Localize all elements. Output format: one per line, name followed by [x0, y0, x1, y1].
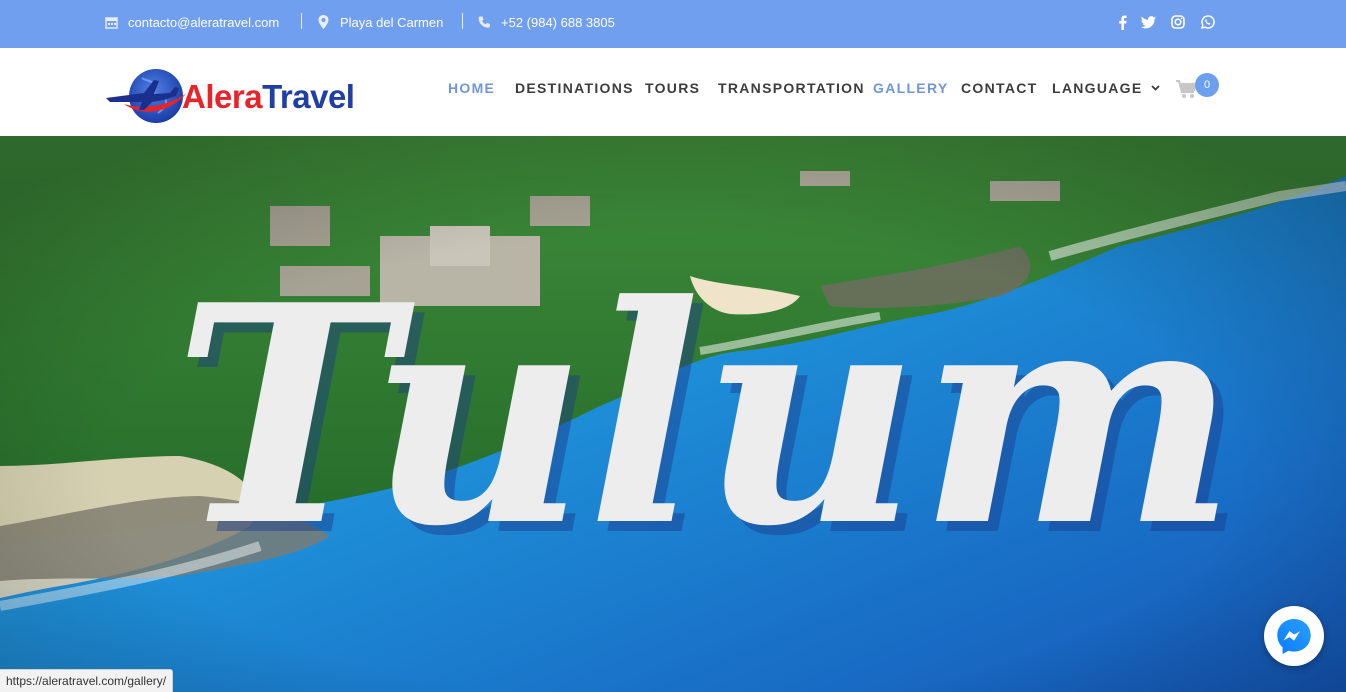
contact-location: Playa del Carmen [316, 0, 443, 44]
nav-language-label: LANGUAGE [1052, 80, 1143, 96]
phone-text[interactable]: +52 (984) 688 3805 [501, 15, 615, 30]
phone-icon [477, 15, 491, 29]
hero-title: Tulum [173, 239, 1236, 592]
instagram-icon[interactable] [1170, 14, 1186, 30]
globe-plane-icon [106, 69, 186, 123]
topbar-divider [301, 13, 302, 29]
twitter-icon[interactable] [1140, 14, 1156, 30]
logo-part-alera: Alera [182, 78, 263, 115]
logo-wordmark: AleraTravel [182, 78, 355, 116]
browser-status-url: https://aleratravel.com/gallery/ [0, 669, 174, 692]
location-text: Playa del Carmen [340, 14, 444, 30]
map-pin-icon [316, 15, 330, 29]
topbar-divider [462, 13, 463, 29]
contact-phone[interactable]: +52 (984) 688 3805 [477, 0, 615, 44]
site-header: AleraTravel HOME DESTINATIONS TOURS TRAN… [0, 48, 1346, 136]
contact-email[interactable]: contacto@aleratravel.com [104, 0, 279, 44]
nav-tours[interactable]: TOURS [645, 80, 700, 96]
messenger-chat-button[interactable] [1264, 606, 1324, 666]
hero-banner: Tulum Tulum [0, 136, 1346, 692]
cart-count-badge: 0 [1195, 73, 1219, 97]
chevron-down-icon [1150, 85, 1160, 91]
top-bar: contacto@aleratravel.com Playa del Carme… [0, 0, 1346, 48]
email-text[interactable]: contacto@aleratravel.com [128, 15, 279, 30]
logo-part-travel: Travel [262, 78, 355, 115]
whatsapp-icon[interactable] [1200, 14, 1216, 30]
nav-contact[interactable]: CONTACT [961, 80, 1038, 96]
nav-home[interactable]: HOME [448, 80, 495, 96]
site-logo[interactable]: AleraTravel [104, 66, 379, 126]
nav-language[interactable]: LANGUAGE [1052, 80, 1160, 96]
calendar-icon [104, 15, 118, 29]
hero-image: Tulum Tulum [0, 136, 1346, 692]
nav-transportation[interactable]: TRANSPORTATION [718, 80, 865, 96]
messenger-icon [1277, 619, 1311, 654]
nav-gallery[interactable]: GALLERY [873, 80, 948, 96]
facebook-icon[interactable] [1114, 14, 1130, 30]
nav-destinations[interactable]: DESTINATIONS [515, 80, 634, 96]
